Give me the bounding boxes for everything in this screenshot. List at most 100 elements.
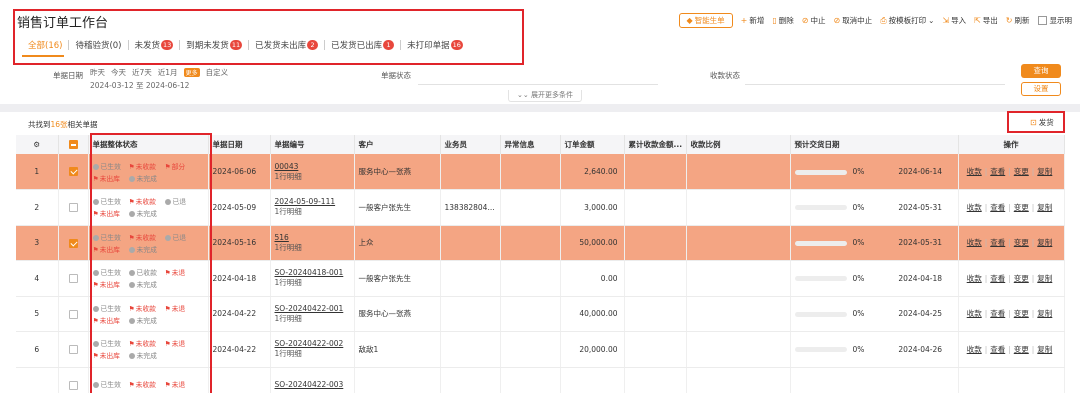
action-link[interactable]: 查看 [990, 167, 1005, 176]
progress-bar [794, 205, 847, 211]
suspend-button[interactable]: ⊘ 中止 [802, 15, 826, 26]
action-link[interactable]: 变更 [1014, 274, 1029, 283]
separator: | [1031, 167, 1035, 176]
export-icon: ⇱ [974, 16, 981, 25]
row-checkbox[interactable] [58, 367, 89, 393]
export-button[interactable]: ⇱ 导出 [974, 15, 998, 26]
amount-cell: 2,640.00 [560, 154, 625, 190]
actions-cell: 收款 | 查看 | 变更 | 复制 [958, 296, 1065, 332]
action-link[interactable]: 变更 [1014, 203, 1029, 212]
show-detail-checkbox[interactable] [1037, 16, 1047, 25]
doc-no-cell: 516 1行明细 [270, 225, 355, 261]
column-settings-icon[interactable]: ⚙ [16, 135, 59, 154]
sales-order-workbench: 销售订单工作台 全部(16) 待稽验货(0) 未发货 13 到期未发货 11 已发货… [0, 0, 1080, 393]
action-link[interactable]: 收款 [967, 345, 982, 354]
action-link[interactable]: 收款 [967, 274, 982, 283]
action-link[interactable]: 收款 [967, 309, 982, 318]
separator: | [1008, 238, 1011, 248]
add-button[interactable]: + 新增 [741, 15, 765, 26]
plus-icon: + [740, 16, 748, 25]
action-link[interactable]: 复制 [1037, 274, 1052, 283]
doc-no-cell: 2024-05-09-111 1行明细 [270, 189, 355, 226]
doc-no-link[interactable]: SO-20240422-001 [275, 304, 354, 313]
print-template-button[interactable]: ⎙ 按模板打印 ⌄ [880, 15, 934, 26]
progress-bar [794, 169, 847, 175]
due-date-text: 2024-05-31 [898, 202, 942, 212]
header-due-date: 预计交货日期 [790, 135, 959, 154]
show-detail-toggle[interactable]: 显示明 [1037, 15, 1072, 26]
action-link[interactable]: 收款 [967, 238, 982, 247]
checkbox [68, 309, 78, 319]
query-button[interactable]: 查询 [1021, 64, 1061, 78]
action-link[interactable]: 变更 [1014, 238, 1029, 247]
collect-status-select[interactable] [745, 84, 1005, 85]
button-label: 中止 [810, 16, 826, 25]
action-link[interactable]: 复制 [1037, 309, 1052, 318]
checkbox [68, 345, 78, 354]
line-count: 1行明细 [274, 313, 302, 323]
row-index: 2 [16, 189, 59, 226]
row-checkbox[interactable] [58, 154, 89, 190]
action-link[interactable]: 查看 [990, 345, 1005, 354]
doc-no-link[interactable]: 516 [275, 233, 354, 242]
action-link[interactable]: 查看 [990, 274, 1005, 283]
separator: | [1031, 309, 1035, 319]
separator: | [1008, 167, 1011, 176]
doc-no-link[interactable]: 2024-05-09-111 [275, 197, 354, 206]
action-link[interactable]: 查看 [990, 309, 1005, 318]
action-link[interactable]: 变更 [1014, 345, 1029, 354]
select-all-checkbox[interactable] [58, 135, 89, 154]
ratio-text: 0% [852, 202, 865, 212]
row-checkbox[interactable] [58, 260, 89, 297]
action-link[interactable]: 复制 [1037, 238, 1052, 247]
customer-cell: 服务中心—张燕 [354, 154, 441, 190]
date-option-1month[interactable]: 近1月 [158, 67, 178, 78]
doc-no-link[interactable]: SO-20240418-001 [275, 268, 354, 277]
doc-no-link[interactable]: SO-20240422-003 [275, 380, 354, 389]
due-date-cell [790, 367, 959, 393]
more-dates-badge[interactable]: 更多 [183, 68, 200, 77]
import-button[interactable]: ⇲ 导入 [942, 15, 966, 26]
refresh-icon: ↻ [1005, 16, 1013, 25]
action-link[interactable]: 收款 [967, 203, 982, 212]
actions-cell: 收款 | 查看 | 变更 | 复制 [958, 189, 1065, 226]
exception-cell [500, 225, 561, 261]
date-option-yesterday[interactable]: 昨天 [90, 67, 105, 78]
delete-button[interactable]: ▯ 删除 [772, 15, 793, 26]
smart-generate-button[interactable]: ◆ 智能生单 [678, 13, 733, 28]
doc-no-link[interactable]: 00043 [275, 162, 354, 171]
action-link[interactable]: 复制 [1037, 167, 1052, 176]
action-link[interactable]: 变更 [1014, 309, 1029, 318]
action-link[interactable]: 收款 [967, 167, 982, 176]
stop-icon: ⊘ [801, 16, 809, 25]
salesperson-cell [440, 367, 501, 393]
ratio-text: 0% [852, 309, 865, 319]
action-link[interactable]: 查看 [990, 238, 1005, 247]
date-option-7days[interactable]: 近7天 [132, 67, 152, 78]
expand-conditions-toggle[interactable]: ⌄⌄ 展开更多条件 [508, 90, 582, 102]
date-option-custom[interactable]: 自定义 [206, 67, 229, 78]
amount-cell: 0.00 [560, 260, 625, 297]
action-link[interactable]: 复制 [1037, 345, 1052, 354]
action-link[interactable]: 变更 [1014, 167, 1029, 176]
refresh-button[interactable]: ↻ 刷新 [1006, 15, 1030, 26]
row-checkbox[interactable] [58, 331, 89, 368]
doc-status-select[interactable] [418, 84, 658, 85]
date-range-value[interactable]: 2024-03-12 至 2024-06-12 [90, 80, 189, 91]
cancel-suspend-button[interactable]: ⊘ 取消中止 [833, 15, 872, 26]
row-checkbox[interactable] [58, 296, 89, 332]
doc-no-link[interactable]: SO-20240422-002 [275, 339, 354, 348]
settings-button[interactable]: 设置 [1021, 82, 1061, 96]
row-checkbox[interactable] [58, 189, 89, 226]
action-link[interactable]: 复制 [1037, 203, 1052, 212]
collected-cell [624, 367, 687, 393]
date-option-today[interactable]: 今天 [111, 67, 126, 78]
due-date-text: 2024-06-14 [898, 167, 942, 176]
button-label: 导入 [951, 16, 967, 25]
amount-cell: 40,000.00 [560, 296, 625, 332]
row-checkbox[interactable] [58, 225, 89, 261]
separator: | [984, 273, 988, 283]
smart-icon: ◆ [686, 16, 693, 25]
action-link[interactable]: 查看 [990, 203, 1005, 212]
separator: | [1008, 202, 1011, 212]
